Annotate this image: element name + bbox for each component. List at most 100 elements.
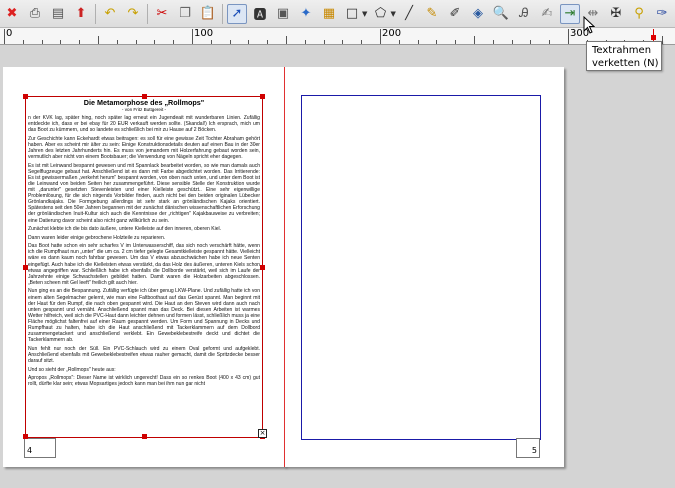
right-page-number-frame[interactable]: 5 — [516, 438, 540, 458]
ruler-tick — [154, 40, 156, 44]
measure-icon[interactable]: ✠ — [606, 4, 626, 24]
ruler-tick — [323, 40, 325, 44]
right-page-text-frame[interactable] — [301, 95, 541, 440]
ruler-tick — [436, 40, 438, 44]
ruler-tick — [173, 40, 175, 44]
toolbar-separator — [95, 3, 96, 24]
ruler-tick — [4, 29, 5, 44]
resize-handle-middle-right[interactable] — [260, 265, 265, 270]
line-icon[interactable]: ╱ — [399, 4, 419, 24]
ruler-tick — [398, 40, 400, 44]
resize-handle-top-left[interactable] — [23, 94, 28, 99]
zoom-icon[interactable]: 🔍 — [491, 4, 511, 24]
close-icon[interactable]: ✖ — [2, 4, 22, 24]
ruler-tick — [455, 40, 457, 44]
ruler-tick — [210, 40, 212, 44]
article-paragraph: Nun ging es an die Bespannung. Zufällig … — [28, 288, 260, 344]
page-divider — [284, 67, 285, 467]
resize-handle-top-right[interactable] — [260, 94, 265, 99]
article-paragraph: Zur Geschichte kann Eckehardt etwas beit… — [28, 135, 260, 161]
text-frame-icon[interactable]: 🅰 — [250, 4, 270, 24]
mouse-pointer-icon — [583, 15, 596, 38]
render-frame-icon[interactable]: ✦ — [296, 4, 316, 24]
link-frames-icon[interactable]: ⇥ — [560, 3, 580, 24]
table-icon[interactable]: ▦ — [319, 4, 339, 24]
ruler-tick — [474, 36, 475, 44]
ruler-tick — [361, 40, 363, 44]
tooltip: Textrahmen verketten (N) — [586, 41, 662, 71]
article-paragraph: Apropos „Rollmops": Dieser Name ist wirk… — [28, 375, 260, 388]
tooltip-line-1: Textrahmen — [592, 45, 652, 56]
polygon-icon[interactable]: ⬠ — [371, 4, 391, 24]
select-icon[interactable]: ➚ — [227, 3, 247, 24]
resize-handle-bottom-center[interactable] — [142, 434, 147, 439]
ruler-tick — [568, 29, 569, 44]
toolbar-separator — [147, 3, 148, 24]
resize-handle-top-center[interactable] — [142, 94, 147, 99]
ruler-tick — [192, 29, 193, 44]
ruler-tick — [79, 40, 81, 44]
ruler-tick — [304, 40, 306, 44]
rotate-icon[interactable]: ◈ — [468, 4, 488, 24]
resize-handle-middle-left[interactable] — [23, 265, 28, 270]
right-page-number: 5 — [531, 446, 537, 455]
article-paragraph: Und so sieht der „Rollmops" heute aus: — [28, 366, 116, 373]
ruler-label: 100 — [194, 28, 214, 39]
document-canvas[interactable]: 4 5 Die Metamorphose des „Rollmops" - vo… — [0, 45, 675, 488]
horizontal-ruler[interactable]: 0 100 200 300 — [0, 28, 675, 45]
copy-icon[interactable]: ❐ — [175, 4, 195, 24]
eyedropper-icon[interactable]: ⚲ — [629, 4, 649, 24]
article-paragraph: Dann waren leider einige gebrochene Holz… — [28, 234, 166, 241]
ruler-tick — [229, 40, 231, 44]
ruler-tick — [98, 36, 99, 44]
article-paragraph: Es ist mit Leinwand bespannt gewesen und… — [28, 162, 260, 224]
ruler-tick — [530, 40, 532, 44]
toolbar-separator — [222, 3, 223, 24]
ruler-tick — [41, 40, 43, 44]
article-body: n der KVK lag, später hing, noch später … — [28, 115, 260, 387]
tooltip-line-2: verketten (N) — [592, 58, 659, 69]
shape-dropdown-arrow[interactable]: ▼ — [362, 10, 368, 18]
ruler-tick — [417, 40, 419, 44]
pdf-tools-icon[interactable]: ✑ — [652, 4, 672, 24]
freehand-icon[interactable]: ✐ — [445, 4, 465, 24]
shape-icon[interactable]: □ — [342, 4, 362, 24]
resize-handle-bottom-left[interactable] — [23, 434, 28, 439]
bezier-icon[interactable]: ✎ — [422, 4, 442, 24]
ruler-tick — [380, 29, 381, 44]
story-editor-icon[interactable]: ✍ — [537, 4, 557, 24]
pdf-export-icon[interactable]: ⬆ — [71, 4, 91, 24]
left-page-number: 4 — [27, 446, 33, 455]
print-icon[interactable]: ⎙ — [25, 4, 45, 24]
ruler-tick — [116, 40, 118, 44]
ruler-label: 200 — [382, 28, 402, 39]
cut-icon[interactable]: ✂ — [152, 4, 172, 24]
text-overflow-marker[interactable]: × — [258, 429, 267, 438]
ruler-tick — [60, 40, 62, 44]
edit-text-icon[interactable]: Ꭿ — [514, 4, 534, 24]
preflight-icon[interactable]: ▤ — [48, 4, 68, 24]
ruler-tick — [267, 40, 269, 44]
article-paragraph: Zunächst klebte ich die bis dato äußere,… — [28, 226, 222, 233]
ruler-tick — [662, 36, 663, 44]
ruler-tick — [492, 40, 494, 44]
article-text-frame[interactable]: Die Metamorphose des „Rollmops" - von Fr… — [25, 96, 263, 438]
article-byline: - von Fritz Buttgereit - — [121, 107, 167, 112]
article-title: Die Metamorphose des „Rollmops" — [83, 98, 205, 107]
ruler-label: 0 — [6, 28, 13, 39]
redo-icon[interactable]: ↷ — [123, 4, 143, 24]
undo-icon[interactable]: ↶ — [100, 4, 120, 24]
ruler-tick — [286, 36, 287, 44]
ruler-tick — [22, 40, 24, 44]
article-paragraph: Nun fehlt nur noch der Süll. Ein PVC-Sch… — [28, 345, 260, 364]
ruler-tick — [342, 40, 344, 44]
left-page-number-frame[interactable]: 4 — [24, 438, 56, 458]
paste-icon[interactable]: 📋 — [198, 4, 218, 24]
article-paragraph: n der KVK lag, später hing, noch später … — [28, 115, 260, 134]
ruler-tick — [248, 40, 250, 44]
main-toolbar: ✖ ⎙ ▤ ⬆ ↶ ↷ ✂ ❐ 📋 ➚ 🅰 ▣ ✦ ▦ □ ▼ ⬠ ▼ ╱ ✎ ✐ ◈ 🔍 Ꭿ ✍ ⇥ ⇹ ✠ ⚲ ✑ — [0, 0, 675, 28]
image-frame-icon[interactable]: ▣ — [273, 4, 293, 24]
polygon-dropdown-arrow[interactable]: ▼ — [391, 10, 397, 18]
article-paragraph: Das Boot hatte schon ein sehr scharfes V… — [28, 243, 260, 286]
ruler-tick — [549, 40, 551, 44]
